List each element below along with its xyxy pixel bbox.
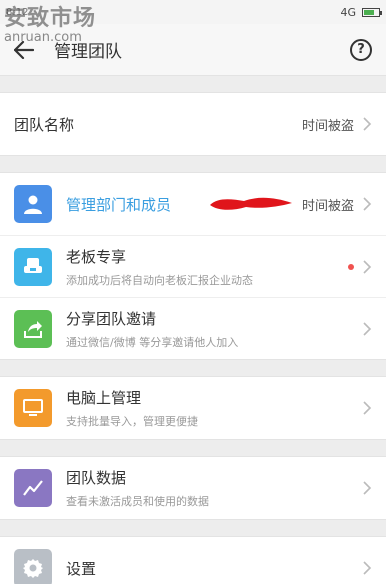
chevron-right-icon bbox=[363, 321, 372, 336]
menu-item-text: 老板专享添加成功后将自动向老板汇报企业动态 bbox=[66, 246, 348, 288]
menu-item-label: 团队数据 bbox=[66, 469, 127, 487]
back-arrow-icon[interactable] bbox=[14, 36, 42, 64]
chevron-right-icon bbox=[363, 401, 372, 415]
menu-section: 团队数据查看未激活成员和使用的数据 bbox=[0, 456, 386, 520]
menu-item-description: 通过微信/微博 等分享邀请他人加入 bbox=[66, 335, 239, 349]
menu-item-label: 电脑上管理 bbox=[66, 389, 142, 407]
team-name-row[interactable]: 团队名称 时间被盗 bbox=[0, 93, 386, 155]
chevron-right-icon bbox=[363, 481, 372, 495]
monitor-icon bbox=[14, 389, 52, 427]
menu-item-label: 设置 bbox=[66, 559, 97, 578]
redaction-scribble bbox=[210, 197, 292, 210]
menu-item[interactable]: 设置 bbox=[0, 537, 386, 584]
menu-item-value: 时间被盗 bbox=[301, 198, 354, 214]
boss-chair-icon bbox=[14, 247, 52, 286]
menu-item[interactable]: 电脑上管理支持批量导入，管理更便捷 bbox=[0, 377, 386, 439]
menu-item-description: 支持批量导入，管理更便捷 bbox=[66, 415, 198, 428]
menu-item-label: 分享团队邀请 bbox=[66, 309, 157, 328]
menu-item[interactable]: 团队数据查看未激活成员和使用的数据 bbox=[0, 457, 386, 519]
chevron-right-icon bbox=[363, 561, 372, 575]
menu-item-text: 设置 bbox=[66, 558, 362, 579]
page-title: 管理团队 bbox=[54, 42, 122, 62]
chevron-right-icon bbox=[363, 259, 372, 274]
menu-section: 管理部门和成员 时间被盗老板专享添加成功后将自动向老板汇报企业动态分享团队邀请通过… bbox=[0, 172, 386, 360]
battery-icon bbox=[362, 7, 382, 17]
app-bar: 管理团队 ? bbox=[0, 24, 386, 76]
chevron-right-icon bbox=[363, 197, 372, 211]
status-icons: 4G bbox=[340, 5, 382, 19]
status-time: 8:12 bbox=[6, 6, 29, 18]
menu-item-text: 电脑上管理支持批量导入，管理更便捷 bbox=[66, 387, 362, 429]
signal-text: 4G bbox=[340, 5, 356, 19]
status-bar: 8:12 4G bbox=[0, 0, 386, 24]
team-name-section: 团队名称 时间被盗 bbox=[0, 92, 386, 156]
menu-item[interactable]: 分享团队邀请通过微信/微博 等分享邀请他人加入 bbox=[0, 297, 386, 359]
menu-section: 设置 bbox=[0, 536, 386, 584]
menu-item-text: 团队数据查看未激活成员和使用的数据 bbox=[66, 467, 362, 509]
chart-icon bbox=[14, 469, 52, 507]
menu-item[interactable]: 管理部门和成员 时间被盗 bbox=[0, 173, 386, 235]
menu-item-label: 老板专享 bbox=[66, 247, 127, 266]
person-icon bbox=[14, 185, 52, 223]
menu-section: 电脑上管理支持批量导入，管理更便捷 bbox=[0, 376, 386, 440]
menu-item-description: 查看未激活成员和使用的数据 bbox=[66, 495, 209, 508]
menu-item[interactable]: 老板专享添加成功后将自动向老板汇报企业动态 bbox=[0, 235, 386, 297]
team-name-value: 时间被盗 bbox=[301, 118, 354, 134]
chevron-right-icon bbox=[363, 117, 372, 131]
team-name-label: 团队名称 bbox=[14, 115, 75, 134]
help-icon[interactable]: ? bbox=[350, 38, 372, 61]
gear-icon bbox=[14, 549, 52, 584]
menu-item-description: 添加成功后将自动向老板汇报企业动态 bbox=[66, 273, 253, 287]
notification-dot bbox=[348, 263, 354, 270]
share-icon bbox=[14, 309, 52, 348]
menu-item-text: 分享团队邀请通过微信/微博 等分享邀请他人加入 bbox=[66, 308, 362, 350]
